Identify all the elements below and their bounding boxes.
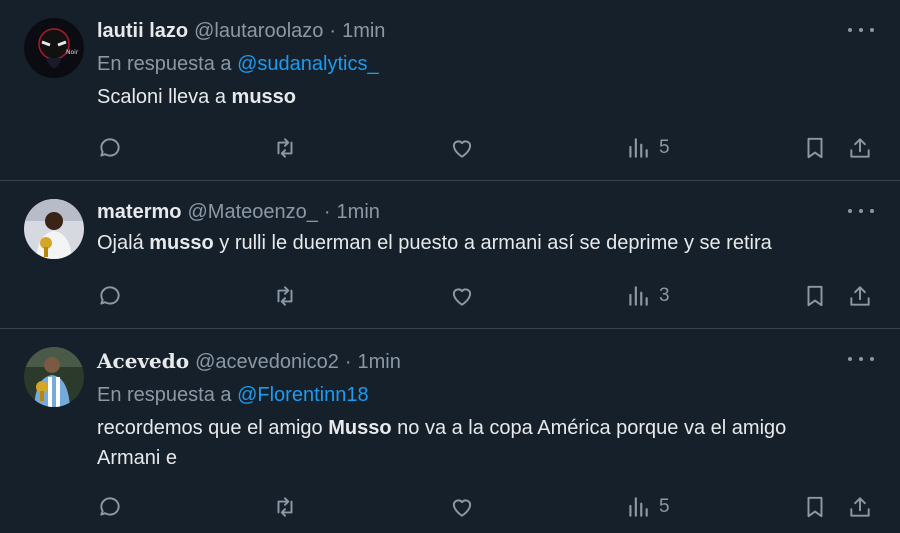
reply-button[interactable]	[97, 281, 123, 311]
share-icon	[850, 138, 870, 158]
views-icon	[629, 497, 648, 517]
reply-button[interactable]	[97, 492, 123, 522]
tweet[interactable]: matermo @Mateoenzo_ · 1min Ojalá musso y…	[0, 181, 900, 329]
avatar[interactable]	[24, 347, 84, 407]
tweet-text-part: Scaloni lleva a	[97, 86, 232, 108]
tweet[interactable]: Acevedo @acevedonico2 · 1min En respuest…	[0, 329, 900, 533]
views-count: 3	[659, 285, 670, 306]
retweet-icon	[277, 286, 293, 306]
user-handle[interactable]: @acevedonico2	[195, 351, 339, 374]
share-button[interactable]	[847, 492, 873, 522]
reply-mention-link[interactable]: @Florentinn18	[237, 384, 368, 406]
like-icon	[452, 288, 472, 306]
tweet-text: Ojalá musso y rulli le duerman el puesto…	[97, 228, 840, 258]
separator: ·	[323, 201, 331, 223]
share-icon	[850, 286, 870, 306]
views-count: 5	[659, 137, 670, 158]
display-name[interactable]: matermo	[97, 201, 181, 224]
reply-prefix: En respuesta a	[97, 53, 232, 75]
views-count: 5	[659, 496, 670, 517]
more-options-icon[interactable]	[848, 20, 874, 40]
retweet-icon	[277, 497, 293, 517]
reply-icon	[100, 286, 120, 305]
tweet-text-part: y rulli le duerman el puesto a armani as…	[213, 232, 772, 254]
display-name[interactable]: lautii lazo	[97, 20, 188, 43]
share-button[interactable]	[847, 133, 873, 163]
like-button[interactable]	[449, 492, 475, 522]
timestamp[interactable]: 1min	[342, 20, 385, 43]
retweet-icon	[277, 138, 293, 158]
tweet-text-bold: musso	[149, 232, 214, 254]
more-options-icon[interactable]	[848, 201, 874, 221]
display-name[interactable]: Acevedo	[97, 349, 189, 373]
tweet-text-bold: musso	[231, 86, 296, 108]
action-bar: 5	[97, 133, 876, 163]
bookmark-button[interactable]	[802, 281, 828, 311]
user-handle[interactable]: @Mateoenzo_	[187, 201, 317, 224]
tweet-text-part: recordemos que el amigo	[97, 417, 329, 439]
tweet-text: Scaloni lleva a musso	[97, 82, 840, 112]
svg-text:Noir: Noir	[66, 49, 79, 56]
bookmark-button[interactable]	[802, 492, 828, 522]
bookmark-icon	[807, 137, 823, 159]
tweet[interactable]: Noir lautii lazo @lautaroolazo · 1min En…	[0, 0, 900, 181]
action-bar: 5	[97, 492, 876, 522]
views-icon	[629, 138, 648, 158]
timestamp[interactable]: 1min	[337, 201, 380, 224]
reply-prefix: En respuesta a	[97, 384, 232, 406]
user-handle[interactable]: @lautaroolazo	[194, 20, 323, 43]
tweet-text-part: Ojalá	[97, 232, 150, 254]
views-button[interactable]: 3	[625, 281, 670, 311]
like-button[interactable]	[449, 281, 475, 311]
share-button[interactable]	[847, 281, 873, 311]
tweet-text: recordemos que el amigo Musso no va a la…	[97, 413, 817, 473]
views-button[interactable]: 5	[625, 133, 670, 163]
reply-icon	[100, 497, 120, 516]
share-icon	[850, 497, 870, 517]
reply-mention-link[interactable]: @sudanalytics_	[237, 53, 378, 75]
like-icon	[452, 499, 472, 517]
timestamp[interactable]: 1min	[358, 351, 401, 374]
reply-icon	[100, 138, 120, 157]
avatar[interactable]	[24, 199, 84, 259]
bookmark-button[interactable]	[802, 133, 828, 163]
separator: ·	[329, 20, 337, 42]
action-bar: 3	[97, 281, 876, 311]
like-icon	[452, 140, 472, 158]
views-button[interactable]: 5	[625, 492, 670, 522]
more-options-icon[interactable]	[848, 349, 874, 369]
separator: ·	[344, 351, 352, 373]
retweet-button[interactable]	[272, 281, 298, 311]
bookmark-icon	[807, 285, 823, 307]
avatar[interactable]: Noir	[24, 18, 84, 78]
tweet-text-bold: Musso	[328, 417, 392, 439]
retweet-button[interactable]	[272, 133, 298, 163]
reply-button[interactable]	[97, 133, 123, 163]
views-icon	[629, 286, 648, 306]
retweet-button[interactable]	[272, 492, 298, 522]
bookmark-icon	[807, 496, 823, 518]
reply-context: En respuesta a @sudanalytics_	[97, 53, 840, 76]
reply-context: En respuesta a @Florentinn18	[97, 384, 840, 407]
like-button[interactable]	[449, 133, 475, 163]
